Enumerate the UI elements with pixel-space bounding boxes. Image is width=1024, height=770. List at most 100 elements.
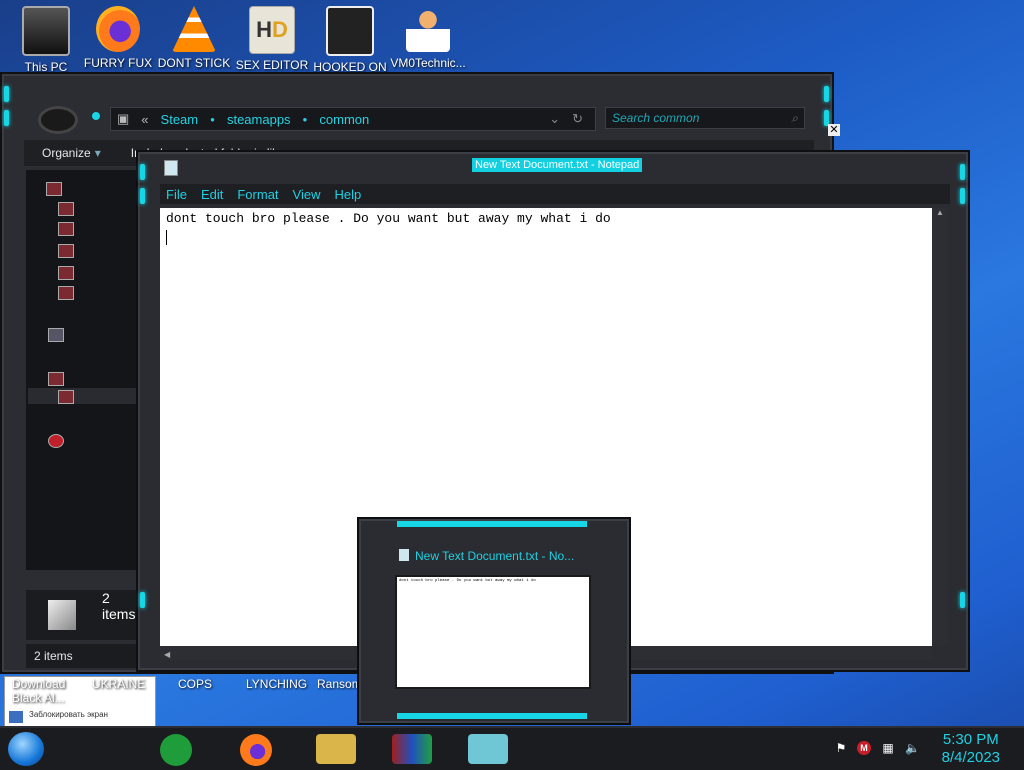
separator-icon: ● bbox=[302, 114, 308, 124]
close-icon[interactable]: ✕ bbox=[828, 124, 840, 136]
desktop-icon-label: FURRY FUX bbox=[83, 56, 153, 70]
taskbar: ⚑ M ▦ 🔈 5:30 PM 8/4/2023 bbox=[0, 726, 1024, 770]
flag-icon[interactable]: ⚑ bbox=[834, 741, 848, 755]
doctor-icon bbox=[406, 6, 450, 52]
separator-icon: ● bbox=[210, 114, 215, 124]
desktop-icon-label[interactable]: Download Black Al... bbox=[12, 677, 76, 705]
firefox-icon bbox=[96, 6, 140, 52]
clock-time: 5:30 PM bbox=[942, 731, 999, 748]
desktop-icon-dont-stick[interactable]: DONT STICK bbox=[156, 6, 232, 70]
menu-file[interactable]: File bbox=[166, 187, 187, 202]
frame-led bbox=[960, 592, 965, 608]
desktop-icon-this-pc[interactable]: This PC bbox=[8, 6, 84, 74]
preview-screen[interactable]: dont touch bro please . Do you want but … bbox=[395, 575, 591, 689]
frame-led bbox=[140, 164, 145, 180]
breadcrumb-item[interactable]: steamapps bbox=[227, 112, 291, 127]
nav-item-icon[interactable] bbox=[58, 266, 74, 280]
frame-led bbox=[140, 592, 145, 608]
recent-pages-icon[interactable] bbox=[92, 112, 100, 120]
nav-item-icon[interactable] bbox=[46, 182, 62, 196]
chevron-down-icon: ▾ bbox=[94, 146, 101, 160]
antivirus-icon[interactable]: M bbox=[857, 741, 871, 755]
scroll-left-icon[interactable]: ◀ bbox=[164, 650, 170, 659]
taskbar-preview[interactable]: New Text Document.txt - No... dont touch… bbox=[357, 517, 631, 725]
desktop-icon-label[interactable]: LYNCHING bbox=[246, 677, 307, 691]
status-text: 2 items bbox=[34, 649, 73, 663]
search-input[interactable]: Search common ⌕ bbox=[605, 107, 805, 129]
desktop-icon-sex-editor[interactable]: HD SEX EDITOR bbox=[234, 6, 310, 72]
dropdown-icon[interactable]: ⌄ bbox=[549, 111, 560, 127]
breadcrumb-item[interactable]: common bbox=[319, 112, 369, 127]
homegroup-icon[interactable] bbox=[48, 328, 64, 342]
file-explorer-icon[interactable] bbox=[316, 734, 356, 764]
this-pc-icon bbox=[22, 6, 70, 56]
game-icon bbox=[326, 6, 374, 56]
status-bar: 2 items bbox=[26, 644, 144, 668]
chevron-icon: « bbox=[141, 111, 149, 127]
start-button[interactable] bbox=[8, 732, 44, 766]
address-bar[interactable]: ▣ « Steam ● steamapps ● common ⌄ ↻ bbox=[110, 107, 596, 131]
back-forward-icon[interactable] bbox=[38, 106, 78, 134]
breadcrumb-item[interactable]: Steam bbox=[161, 112, 199, 127]
scroll-up-icon[interactable]: ▲ bbox=[932, 208, 948, 217]
nav-item-icon[interactable] bbox=[58, 222, 74, 236]
menu-format[interactable]: Format bbox=[237, 187, 278, 202]
frame-led bbox=[960, 164, 965, 180]
frame-led bbox=[824, 86, 829, 102]
desktop-icon-hooked-on[interactable]: HOOKED ON bbox=[312, 6, 388, 74]
desktop-icon-label[interactable]: COPS bbox=[178, 677, 212, 691]
frame-led bbox=[4, 110, 9, 126]
menu-help[interactable]: Help bbox=[334, 187, 361, 202]
lock-screen-text[interactable]: Заблокировать экран bbox=[29, 710, 108, 719]
nav-item-icon[interactable] bbox=[58, 390, 74, 404]
menu-view[interactable]: View bbox=[293, 187, 321, 202]
preview-title[interactable]: New Text Document.txt - No... bbox=[415, 549, 574, 563]
notepad-app-icon[interactable] bbox=[164, 160, 178, 176]
details-pane: 2 items bbox=[26, 590, 144, 640]
preview-glow-bar bbox=[397, 521, 587, 527]
hxd-icon: HD bbox=[249, 6, 295, 54]
refresh-icon[interactable]: ↻ bbox=[572, 111, 583, 127]
editor-content: dont touch bro please . Do you want but … bbox=[166, 211, 611, 226]
vertical-scrollbar[interactable]: ▲ bbox=[932, 208, 948, 646]
this-pc-nav-icon[interactable] bbox=[48, 372, 64, 386]
search-icon[interactable]: ⌕ bbox=[791, 111, 798, 126]
notepad-taskbar-icon[interactable] bbox=[468, 734, 508, 764]
notepad-app-icon bbox=[399, 549, 409, 561]
navigation-pane[interactable] bbox=[26, 170, 144, 570]
nav-item-icon[interactable] bbox=[58, 202, 74, 216]
folder-thumbnail-icon bbox=[48, 600, 76, 630]
frame-led bbox=[4, 86, 9, 102]
desktop-icon-label[interactable]: Ransom bbox=[317, 677, 362, 691]
organize-button[interactable]: Organize bbox=[42, 146, 91, 160]
frame-led bbox=[960, 188, 965, 204]
notes-app-icon[interactable] bbox=[160, 734, 192, 766]
preview-glow-bar bbox=[397, 713, 587, 719]
preview-snippet: dont touch bro please . Do you want but … bbox=[399, 579, 536, 583]
volume-icon[interactable]: 🔈 bbox=[905, 741, 920, 755]
system-clock[interactable]: 5:30 PM 8/4/2023 bbox=[942, 731, 1000, 767]
selected-nav-item[interactable] bbox=[28, 388, 142, 404]
network-icon[interactable]: ▦ bbox=[881, 741, 895, 755]
firefox-icon[interactable] bbox=[240, 734, 272, 766]
desktop-icon-furry-fux[interactable]: FURRY FUX bbox=[80, 6, 156, 70]
desktop-icon-label: VM0Technic... bbox=[390, 56, 466, 70]
lock-icon bbox=[9, 711, 23, 723]
desktop-icon-label: SEX EDITOR bbox=[235, 58, 309, 72]
text-cursor bbox=[166, 230, 167, 245]
vlc-icon bbox=[172, 6, 216, 52]
desktop-icon-label: DONT STICK bbox=[157, 56, 231, 70]
network-icon[interactable] bbox=[48, 434, 64, 448]
window-title: New Text Document.txt - Notepad bbox=[472, 158, 643, 172]
menu-bar: File Edit Format View Help bbox=[160, 184, 950, 204]
nav-item-icon[interactable] bbox=[58, 244, 74, 258]
folder-icon: ▣ bbox=[117, 111, 130, 126]
desktop-icon-vm0technic[interactable]: VM0Technic... bbox=[390, 6, 466, 70]
clock-date: 8/4/2023 bbox=[941, 749, 1000, 766]
frame-led bbox=[140, 188, 145, 204]
menu-edit[interactable]: Edit bbox=[201, 187, 223, 202]
winrar-icon[interactable] bbox=[392, 734, 432, 764]
desktop-icon-label[interactable]: UKRAINE bbox=[92, 677, 145, 691]
search-placeholder: Search common bbox=[612, 111, 700, 125]
nav-item-icon[interactable] bbox=[58, 286, 74, 300]
